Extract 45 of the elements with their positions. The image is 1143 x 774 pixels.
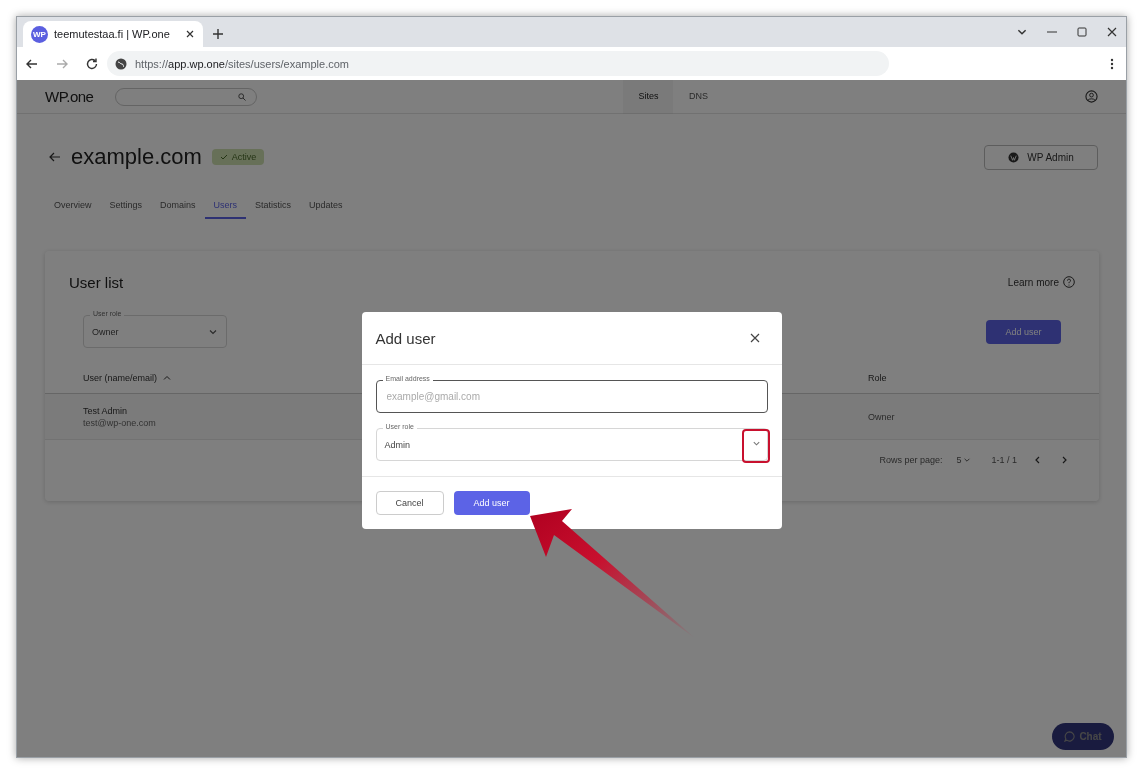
- chevron-down-icon: [963, 456, 972, 464]
- email-input[interactable]: example@gmail.com: [384, 390, 759, 403]
- page-tab[interactable]: Users: [204, 193, 247, 219]
- add-user-button[interactable]: Add user: [453, 491, 530, 515]
- column-header[interactable]: User (name/email): [83, 372, 158, 383]
- kebab-menu-icon[interactable]: [1110, 57, 1114, 70]
- user-profile-icon[interactable]: [1085, 90, 1098, 103]
- chevron-down-icon: [751, 439, 761, 448]
- help-icon: [1063, 276, 1075, 288]
- close-icon[interactable]: [185, 29, 195, 39]
- page-tab[interactable]: Updates: [300, 193, 352, 219]
- page-tab[interactable]: Statistics: [246, 193, 301, 219]
- rows-per-page-label: Rows per page:: [879, 455, 943, 465]
- site-title: example.com: [71, 144, 202, 170]
- maximize-icon[interactable]: [1076, 26, 1088, 38]
- role-cell: Owner: [868, 411, 895, 422]
- nav-tab[interactable]: Sites: [623, 79, 674, 114]
- dialog-title: Add user: [375, 329, 436, 347]
- page-tab[interactable]: Overview: [45, 193, 101, 219]
- page-range: 1-1 / 1: [991, 455, 1017, 465]
- browser-tab[interactable]: WP teemutestaa.fi | WP.one: [23, 21, 203, 47]
- page-tab[interactable]: Domains: [151, 193, 205, 219]
- rows-per-page-select[interactable]: 5: [956, 455, 972, 465]
- favicon-icon: WP: [31, 25, 48, 43]
- learn-more-link[interactable]: Learn more: [1007, 276, 1075, 288]
- close-icon[interactable]: [749, 333, 760, 343]
- logo[interactable]: WP.one: [45, 88, 94, 105]
- user-email: test@wp-one.com: [83, 417, 156, 428]
- reload-icon[interactable]: [85, 56, 99, 71]
- check-icon: [219, 153, 228, 161]
- speech-bubble-icon: [1064, 731, 1076, 742]
- add-user-button[interactable]: Add user: [986, 319, 1061, 344]
- cancel-button[interactable]: Cancel: [375, 491, 444, 515]
- wp-admin-button[interactable]: WP Admin: [984, 144, 1098, 170]
- status-badge: Active: [211, 149, 265, 165]
- wordpress-icon: [1008, 151, 1020, 163]
- user-name: Test Admin: [83, 405, 128, 416]
- card-title: User list: [69, 273, 124, 291]
- close-icon[interactable]: [1106, 26, 1118, 38]
- globe-icon: [115, 57, 127, 70]
- address-bar[interactable]: https://app.wp.one/sites/users/example.com: [107, 51, 889, 76]
- page-tab[interactable]: Settings: [100, 193, 152, 219]
- search-icon: [238, 92, 247, 101]
- column-header: Role: [868, 372, 887, 383]
- plus-icon[interactable]: [212, 28, 224, 40]
